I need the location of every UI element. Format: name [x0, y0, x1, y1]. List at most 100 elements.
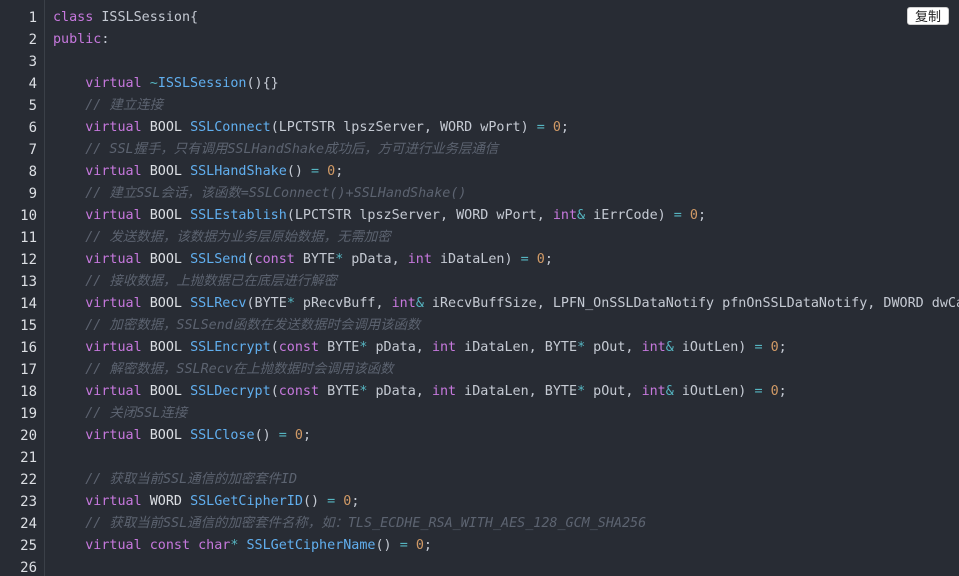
line-code: virtual BOOL SSLHandShake() = 0;: [53, 161, 343, 183]
code-token: BOOL: [141, 252, 191, 267]
code-token: (LPCTSTR lpszServer, WORD wPort,: [286, 208, 553, 223]
code-token: =: [520, 252, 529, 267]
code-token: &: [665, 340, 674, 355]
code-token: char: [198, 538, 231, 553]
code-line: 3: [0, 51, 959, 73]
line-code: // 建立连接: [53, 95, 163, 117]
code-token: =: [278, 428, 287, 443]
code-token: (BYTE: [246, 296, 287, 311]
code-token: int: [431, 384, 457, 399]
line-code: virtual ~ISSLSession(){}: [53, 73, 279, 95]
code-token: pOut,: [585, 384, 642, 399]
code-token: SSLSend: [190, 252, 247, 267]
code-token: SSLRecv: [190, 296, 247, 311]
line-number: 6: [28, 120, 37, 136]
code-token: virtual: [85, 208, 142, 223]
code-lines: 1 class ISSLSession{2 public: 3 4 virtual ~I…: [0, 7, 959, 576]
code-token: iDataLen): [431, 252, 521, 267]
code-token: // 获取当前SSL通信的加密套件名称，如：TLS_ECDHE_RSA_WITH…: [85, 516, 647, 531]
code-token: // 建立SSL会话，该函数=SSLConnect()+SSLHandShake…: [85, 186, 467, 201]
code-token: virtual: [85, 120, 142, 135]
line-number: 26: [20, 560, 37, 576]
code-token: pData,: [343, 252, 408, 267]
code-line: 15 // 加密数据，SSLSend函数在发送数据时会调用该函数: [0, 315, 959, 337]
code-token: WORD: [141, 494, 191, 509]
line-code: virtual const char* SSLGetCipherName() =…: [53, 535, 432, 557]
line-code: virtual BOOL SSLRecv(BYTE* pRecvBuff, in…: [53, 293, 959, 315]
code-token: // 建立连接: [85, 98, 163, 113]
code-token: &: [577, 208, 586, 223]
line-number: 2: [28, 32, 37, 48]
code-token: BOOL: [141, 340, 191, 355]
code-token: iErrCode): [585, 208, 674, 223]
copy-button[interactable]: 复制: [906, 7, 949, 25]
code-token: const: [254, 252, 295, 267]
line-code: virtual BOOL SSLSend(const BYTE* pData, …: [53, 249, 553, 271]
code-token: virtual: [85, 296, 142, 311]
code-token: int: [431, 340, 457, 355]
code-token: =: [311, 164, 320, 179]
code-token: SSLClose: [190, 428, 255, 443]
code-line: 18 virtual BOOL SSLDecrypt(const BYTE * p…: [0, 381, 959, 403]
code-token: &: [665, 384, 674, 399]
code-token: virtual: [85, 164, 142, 179]
code-token: =: [673, 208, 682, 223]
code-line: 12 virtual BOOL SSLSend(const BYTE* pDat…: [0, 249, 959, 271]
line-number: 18: [20, 384, 37, 400]
line-code: virtual BOOL SSLConnect(LPCTSTR lpszServ…: [53, 117, 569, 139]
code-line: 1 class ISSLSession{: [0, 7, 959, 29]
code-line: 7 // SSL握手，只有调用SSLHandShake成功后，方可进行业务层通信: [0, 139, 959, 161]
code-token: int: [552, 208, 578, 223]
code-token: =: [399, 538, 408, 553]
code-token: =: [327, 494, 336, 509]
line-code: public:: [53, 29, 109, 51]
code-token: 0: [294, 428, 303, 443]
code-line: 9 // 建立SSL会话，该函数=SSLConnect()+SSLHandSha…: [0, 183, 959, 205]
code-token: BYTE: [319, 340, 360, 355]
line-number: 14: [20, 296, 37, 312]
code-token: =: [536, 120, 545, 135]
code-token: iOutLen): [673, 384, 755, 399]
code-token: ;: [302, 428, 311, 443]
code-token: &: [415, 296, 424, 311]
line-code: // 解密数据，SSLRecv在上抛数据时会调用该函数: [53, 359, 393, 381]
code-line: 22 // 获取当前SSL通信的加密套件ID: [0, 469, 959, 491]
code-token: ISSLSession: [157, 76, 247, 91]
line-number: 3: [28, 54, 37, 70]
code-token: (LPCTSTR lpszServer, WORD wPort): [270, 120, 537, 135]
line-number: 16: [20, 340, 37, 356]
code-token: virtual: [85, 252, 142, 267]
line-code: virtual BOOL SSLEncrypt(const BYTE * pDat…: [53, 337, 786, 359]
code-token: BOOL: [141, 164, 191, 179]
code-token: :: [101, 32, 110, 47]
code-token: const: [149, 538, 191, 553]
code-token: SSLEncrypt: [190, 340, 271, 355]
line-code: // 获取当前SSL通信的加密套件ID: [53, 469, 297, 491]
code-token: virtual: [85, 76, 142, 91]
line-code: virtual BOOL SSLClose() = 0;: [53, 425, 311, 447]
code-token: BOOL: [141, 208, 191, 223]
line-number: 22: [20, 472, 37, 488]
code-line: 6 virtual BOOL SSLConnect(LPCTSTR lpszSe…: [0, 117, 959, 139]
code-token: BOOL: [141, 296, 191, 311]
code-token: int: [641, 384, 666, 399]
code-token: *: [577, 384, 586, 399]
